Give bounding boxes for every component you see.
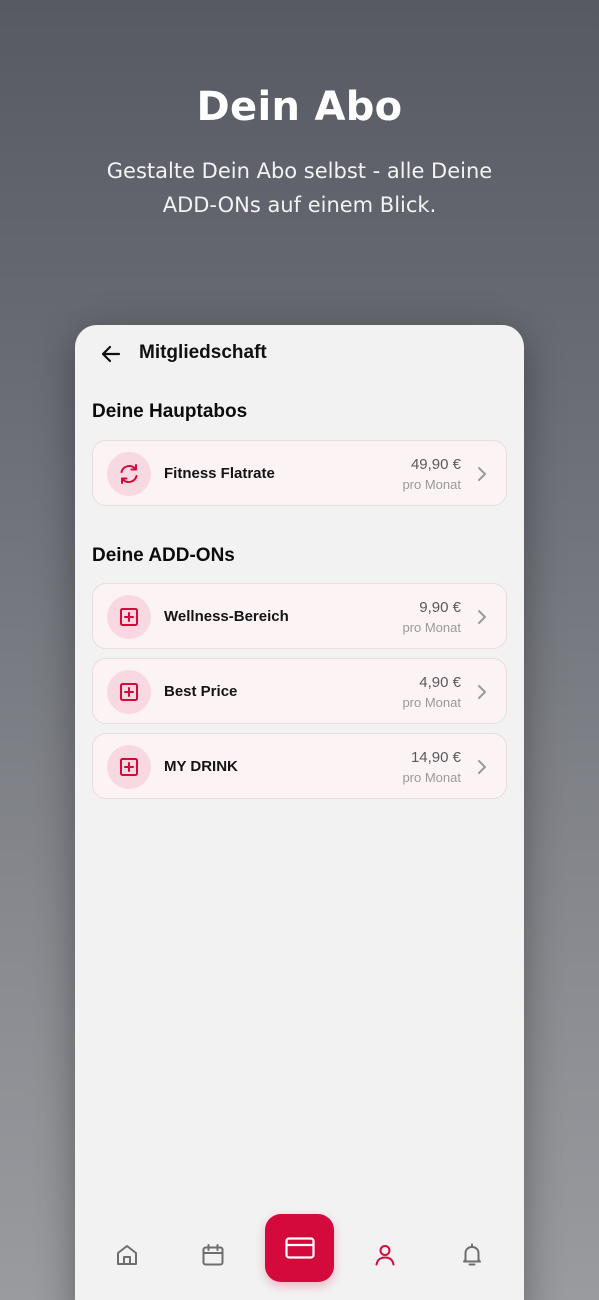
addon-price: 14,90 € bbox=[410, 749, 461, 766]
addon-period: pro Monat bbox=[402, 620, 461, 635]
addons-heading: Deine ADD-ONs bbox=[92, 545, 235, 566]
nav-calendar[interactable] bbox=[193, 1235, 233, 1275]
subscription-name: Fitness Flatrate bbox=[164, 465, 275, 482]
phone-screen: Mitgliedschaft Deine Hauptabos Fitness F… bbox=[75, 325, 524, 1300]
addon-period: pro Monat bbox=[402, 695, 461, 710]
nav-profile[interactable] bbox=[365, 1235, 405, 1275]
profile-icon bbox=[375, 1245, 395, 1266]
badge bbox=[107, 745, 151, 789]
badge bbox=[107, 670, 151, 714]
badge bbox=[107, 595, 151, 639]
addon-name: MY DRINK bbox=[164, 758, 238, 775]
plus-square-icon bbox=[120, 758, 138, 776]
refresh-icon bbox=[120, 464, 138, 484]
subscription-period: pro Monat bbox=[402, 477, 461, 492]
plus-square-icon bbox=[120, 608, 138, 626]
addon-price: 4,90 € bbox=[419, 674, 461, 691]
addon-card-best-price[interactable]: Best Price 4,90 € pro Monat bbox=[92, 658, 507, 724]
subscription-price: 49,90 € bbox=[410, 456, 461, 473]
chevron-right-icon bbox=[478, 467, 486, 481]
bell-icon bbox=[463, 1243, 481, 1266]
page-title: Mitgliedschaft bbox=[139, 342, 267, 363]
addon-card-my-drink[interactable]: MY DRINK 14,90 € pro Monat bbox=[92, 733, 507, 799]
nav-home[interactable] bbox=[107, 1235, 147, 1275]
subscription-card-fitness-flatrate[interactable]: Fitness Flatrate 49,90 € pro Monat bbox=[92, 440, 507, 506]
chevron-right-icon bbox=[478, 610, 486, 624]
plus-square-icon bbox=[120, 683, 138, 701]
main-subscriptions-heading: Deine Hauptabos bbox=[92, 401, 248, 422]
addon-name: Wellness-Bereich bbox=[164, 608, 289, 625]
hero-subtitle: Gestalte Dein Abo selbst - alle Deine AD… bbox=[106, 159, 493, 217]
bottom-nav bbox=[75, 1205, 524, 1295]
addon-name: Best Price bbox=[164, 683, 238, 700]
addon-card-wellness-bereich[interactable]: Wellness-Bereich 9,90 € pro Monat bbox=[92, 583, 507, 649]
hero-title: Dein Abo bbox=[196, 84, 403, 130]
chevron-right-icon bbox=[478, 685, 486, 699]
home-icon bbox=[117, 1245, 137, 1265]
card-icon bbox=[284, 1237, 315, 1259]
arrow-left-icon bbox=[101, 345, 121, 363]
nav-notifications[interactable] bbox=[452, 1235, 492, 1275]
chevron-right-icon bbox=[478, 760, 486, 774]
calendar-icon bbox=[202, 1244, 224, 1266]
back-button[interactable] bbox=[97, 341, 125, 367]
addon-period: pro Monat bbox=[402, 770, 461, 785]
badge bbox=[107, 452, 151, 496]
addon-price: 9,90 € bbox=[419, 599, 461, 616]
top-bar: Mitgliedschaft bbox=[75, 325, 524, 383]
nav-membership[interactable] bbox=[265, 1214, 334, 1282]
